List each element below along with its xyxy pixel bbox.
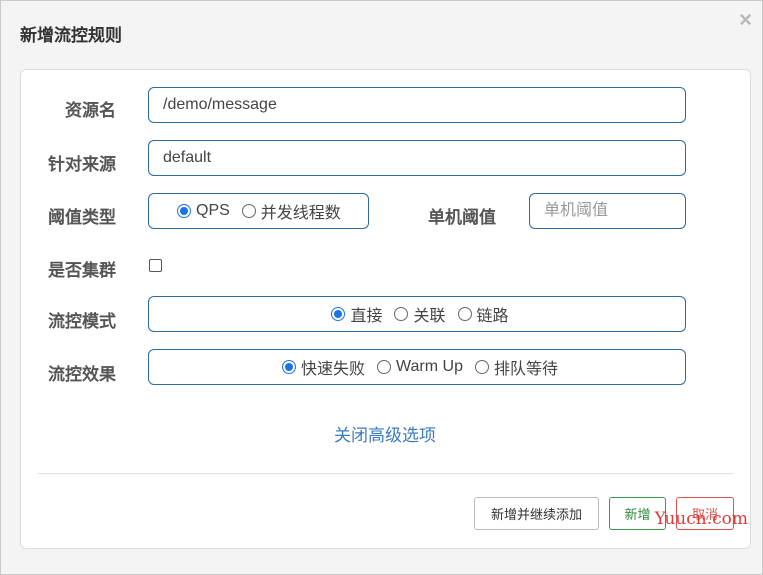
- resource-name-input-wrap: [148, 87, 686, 123]
- footer-divider: [38, 473, 734, 474]
- radio-selected-icon: [282, 360, 296, 374]
- single-threshold-input-wrap: [529, 193, 686, 229]
- behavior-fast-fail-radio[interactable]: 快速失败: [282, 355, 365, 379]
- radio-unselected-icon: [474, 360, 489, 374]
- strategy-relate-label: 关联: [413, 308, 446, 325]
- radio-unselected-icon: [457, 307, 472, 321]
- single-threshold-label: 单机阈值: [428, 208, 496, 227]
- behavior-warm-up-label: Warm Up: [396, 358, 463, 375]
- control-behavior-group: 快速失败 Warm Up 排队等待: [148, 349, 686, 385]
- behavior-queue-radio[interactable]: 排队等待: [474, 355, 558, 379]
- strategy-direct-radio[interactable]: 直接: [331, 302, 382, 326]
- cluster-label: 是否集群: [48, 261, 116, 280]
- behavior-queue-label: 排队等待: [493, 361, 558, 378]
- strategy-label: 流控模式: [48, 312, 116, 331]
- threshold-type-qps-label: QPS: [196, 202, 230, 219]
- radio-unselected-icon: [394, 307, 409, 321]
- behavior-warm-up-radio[interactable]: Warm Up: [377, 358, 463, 376]
- dialog: 新增流控规则 × 资源名 针对来源 阈值类型 QPS 并发线程数 单机阈值: [0, 0, 763, 575]
- form-panel: 资源名 针对来源 阈值类型 QPS 并发线程数 单机阈值 是否集群: [20, 69, 751, 549]
- strategy-group: 直接 关联 链路: [148, 296, 686, 332]
- dialog-title: 新增流控规则: [20, 26, 122, 45]
- close-icon[interactable]: ×: [739, 9, 752, 31]
- radio-unselected-icon: [377, 360, 392, 374]
- advanced-options-toggle[interactable]: 关闭高级选项: [334, 421, 436, 446]
- resource-name-input[interactable]: [149, 88, 685, 122]
- threshold-type-group: QPS 并发线程数: [148, 193, 369, 229]
- cluster-checkbox[interactable]: [149, 259, 162, 272]
- threshold-type-thread-label: 并发线程数: [260, 205, 341, 222]
- radio-selected-icon: [177, 204, 191, 218]
- behavior-fast-fail-label: 快速失败: [301, 361, 366, 378]
- resource-name-label: 资源名: [65, 101, 116, 120]
- limit-app-input-wrap: [148, 140, 686, 176]
- radio-unselected-icon: [241, 204, 256, 218]
- add-and-continue-button[interactable]: 新增并继续添加: [474, 497, 599, 530]
- threshold-type-thread-radio[interactable]: 并发线程数: [241, 199, 341, 223]
- strategy-relate-radio[interactable]: 关联: [394, 302, 446, 326]
- radio-selected-icon: [331, 307, 346, 321]
- watermark: Yuucn.com: [654, 509, 748, 529]
- limit-app-label: 针对来源: [48, 155, 116, 174]
- strategy-direct-label: 直接: [350, 308, 383, 325]
- single-threshold-input[interactable]: [530, 194, 685, 228]
- strategy-chain-label: 链路: [476, 308, 509, 325]
- control-behavior-label: 流控效果: [48, 365, 116, 384]
- threshold-type-label: 阈值类型: [48, 208, 116, 227]
- limit-app-input[interactable]: [149, 141, 685, 175]
- strategy-chain-radio[interactable]: 链路: [457, 302, 509, 326]
- threshold-type-qps-radio[interactable]: QPS: [177, 202, 230, 220]
